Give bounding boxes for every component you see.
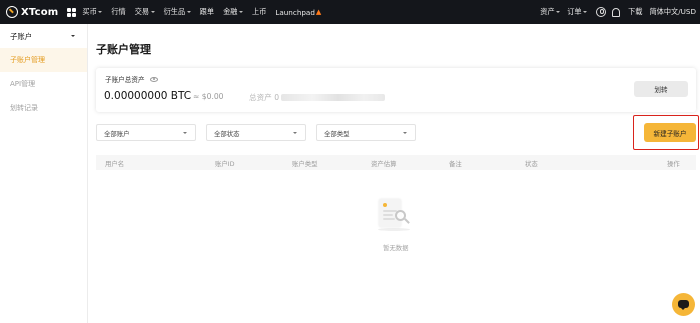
- asset-card: 子账户总资产 0.00000000 BTC ≈ $0.00 总资产 0 划转: [96, 68, 696, 112]
- column-actions: 操作: [667, 159, 680, 168]
- nav-user[interactable]: [596, 7, 607, 17]
- filter-all-types[interactable]: 全部类型: [316, 124, 416, 141]
- caret-down-icon: [150, 11, 155, 13]
- caret-down-icon: [98, 11, 103, 13]
- chat-support-button[interactable]: [672, 293, 695, 316]
- caret-down-icon: [583, 11, 588, 13]
- filter-all-accounts[interactable]: 全部账户: [96, 124, 196, 141]
- filter-all-status[interactable]: 全部状态: [206, 124, 306, 141]
- xt-logo-icon: [6, 6, 18, 18]
- sidebar-item-api-management[interactable]: API管理: [0, 72, 87, 96]
- total-asset: 总资产 0: [249, 92, 386, 103]
- nav-download[interactable]: 下载: [628, 7, 642, 17]
- asset-label: 子账户总资产: [105, 74, 158, 84]
- column-account-id: 账户ID: [215, 159, 235, 168]
- logo[interactable]: XTcom: [6, 0, 58, 24]
- usd-amount: ≈ $0.00: [193, 92, 224, 101]
- nav-menu: 买币 行情 交易 衍生品 跟单 金融 上币 Launchpad ▲: [82, 0, 330, 24]
- nav-assets[interactable]: 资产: [540, 7, 561, 17]
- transfer-button[interactable]: 划转: [634, 81, 688, 97]
- fire-icon: ▲: [315, 8, 322, 16]
- create-subaccount-button[interactable]: 新建子账户: [644, 123, 696, 142]
- top-nav: XTcom 买币 行情 交易 衍生品 跟单 金融 上币 Launchpad ▲ 资…: [0, 0, 700, 24]
- bell-icon: [612, 7, 621, 17]
- column-asset-estimate: 资产估算: [371, 159, 397, 168]
- chevron-down-icon: [403, 132, 407, 134]
- column-username: 用户名: [105, 159, 125, 168]
- column-remark: 备注: [449, 159, 462, 168]
- table-header: 用户名 账户ID 账户类型 资产估算 备注 状态 操作: [96, 155, 696, 170]
- nav-item-buy-crypto[interactable]: 买币: [82, 7, 103, 17]
- nav-orders[interactable]: 订单: [567, 7, 588, 17]
- nav-item-trade[interactable]: 交易: [135, 7, 155, 17]
- nav-notifications[interactable]: [612, 7, 621, 17]
- logo-text: XTcom: [21, 6, 59, 18]
- nav-item-finance[interactable]: 金融: [223, 7, 243, 17]
- sidebar-header[interactable]: 子账户: [0, 24, 87, 48]
- blurred-value: [281, 94, 386, 101]
- caret-down-icon: [556, 11, 561, 13]
- chevron-down-icon: [183, 132, 187, 134]
- nav-right: 资产 订单 下载 简体中文/USD: [540, 0, 700, 24]
- chevron-down-icon: [293, 132, 297, 134]
- btc-amount: 0.00000000 BTC: [104, 90, 192, 102]
- page-title: 子账户管理: [96, 43, 151, 56]
- eye-icon[interactable]: [149, 76, 158, 82]
- caret-down-icon: [186, 11, 191, 13]
- chevron-down-icon: [71, 35, 75, 37]
- nav-item-markets[interactable]: 行情: [111, 7, 125, 17]
- apps-grid-icon[interactable]: [67, 7, 77, 17]
- nav-item-derivatives[interactable]: 衍生品: [164, 7, 191, 17]
- nav-item-copy-trading[interactable]: 跟单: [200, 7, 214, 17]
- column-account-type: 账户类型: [292, 159, 318, 168]
- caret-down-icon: [238, 11, 243, 13]
- sidebar-item-subaccount-management[interactable]: 子账户管理: [0, 48, 87, 72]
- empty-state-text: 暂无数据: [383, 244, 409, 252]
- nav-item-listing[interactable]: 上币: [252, 7, 266, 17]
- empty-state-illustration: [374, 196, 414, 232]
- user-icon: [596, 7, 607, 17]
- column-status: 状态: [525, 159, 538, 168]
- nav-item-launchpad[interactable]: Launchpad ▲: [275, 8, 321, 17]
- chat-bubble-icon: [678, 300, 689, 310]
- nav-language[interactable]: 简体中文/USD: [649, 7, 696, 17]
- sidebar: 子账户 子账户管理 API管理 划转记录: [0, 24, 88, 323]
- sidebar-item-transfer-history[interactable]: 划转记录: [0, 96, 87, 120]
